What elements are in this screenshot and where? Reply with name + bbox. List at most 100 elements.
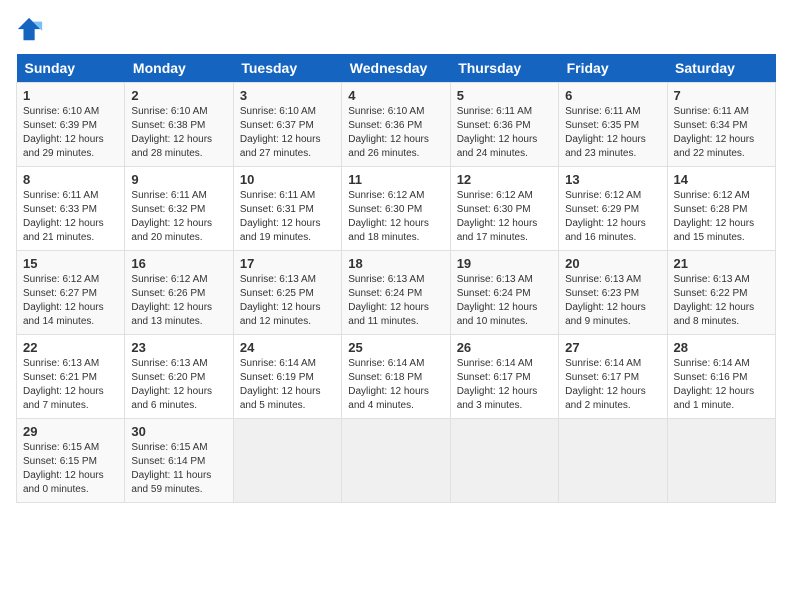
calendar-cell: 29 Sunrise: 6:15 AMSunset: 6:15 PMDaylig… [17,419,125,503]
day-number: 22 [23,340,118,355]
calendar-cell [233,419,341,503]
calendar-header: SundayMondayTuesdayWednesdayThursdayFrid… [17,54,776,83]
calendar-cell: 30 Sunrise: 6:15 AMSunset: 6:14 PMDaylig… [125,419,233,503]
cell-info: Sunrise: 6:14 AMSunset: 6:16 PMDaylight:… [674,357,769,413]
column-header-wednesday: Wednesday [342,54,450,83]
day-number: 26 [457,340,552,355]
cell-info: Sunrise: 6:12 AMSunset: 6:29 PMDaylight:… [565,189,660,245]
column-header-sunday: Sunday [17,54,125,83]
calendar-cell: 20 Sunrise: 6:13 AMSunset: 6:23 PMDaylig… [559,251,667,335]
calendar-cell: 8 Sunrise: 6:11 AMSunset: 6:33 PMDayligh… [17,167,125,251]
day-number: 15 [23,256,118,271]
day-number: 23 [131,340,226,355]
calendar-cell [342,419,450,503]
calendar-cell: 3 Sunrise: 6:10 AMSunset: 6:37 PMDayligh… [233,83,341,167]
day-number: 11 [348,172,443,187]
calendar-cell: 11 Sunrise: 6:12 AMSunset: 6:30 PMDaylig… [342,167,450,251]
cell-info: Sunrise: 6:13 AMSunset: 6:25 PMDaylight:… [240,273,335,329]
calendar-cell: 13 Sunrise: 6:12 AMSunset: 6:29 PMDaylig… [559,167,667,251]
calendar-cell: 22 Sunrise: 6:13 AMSunset: 6:21 PMDaylig… [17,335,125,419]
column-header-tuesday: Tuesday [233,54,341,83]
cell-info: Sunrise: 6:13 AMSunset: 6:24 PMDaylight:… [348,273,443,329]
calendar-cell: 14 Sunrise: 6:12 AMSunset: 6:28 PMDaylig… [667,167,775,251]
cell-info: Sunrise: 6:10 AMSunset: 6:36 PMDaylight:… [348,105,443,161]
day-number: 5 [457,88,552,103]
cell-info: Sunrise: 6:12 AMSunset: 6:28 PMDaylight:… [674,189,769,245]
day-number: 4 [348,88,443,103]
cell-info: Sunrise: 6:12 AMSunset: 6:27 PMDaylight:… [23,273,118,329]
day-number: 21 [674,256,769,271]
calendar-cell: 12 Sunrise: 6:12 AMSunset: 6:30 PMDaylig… [450,167,558,251]
calendar-cell: 17 Sunrise: 6:13 AMSunset: 6:25 PMDaylig… [233,251,341,335]
day-number: 28 [674,340,769,355]
calendar-cell: 6 Sunrise: 6:11 AMSunset: 6:35 PMDayligh… [559,83,667,167]
calendar-cell: 21 Sunrise: 6:13 AMSunset: 6:22 PMDaylig… [667,251,775,335]
calendar-cell: 1 Sunrise: 6:10 AMSunset: 6:39 PMDayligh… [17,83,125,167]
day-number: 6 [565,88,660,103]
calendar-cell: 23 Sunrise: 6:13 AMSunset: 6:20 PMDaylig… [125,335,233,419]
calendar-cell: 7 Sunrise: 6:11 AMSunset: 6:34 PMDayligh… [667,83,775,167]
day-number: 9 [131,172,226,187]
cell-info: Sunrise: 6:15 AMSunset: 6:15 PMDaylight:… [23,441,118,497]
calendar-cell: 26 Sunrise: 6:14 AMSunset: 6:17 PMDaylig… [450,335,558,419]
cell-info: Sunrise: 6:12 AMSunset: 6:30 PMDaylight:… [457,189,552,245]
week-row-3: 15 Sunrise: 6:12 AMSunset: 6:27 PMDaylig… [17,251,776,335]
calendar-table: SundayMondayTuesdayWednesdayThursdayFrid… [16,54,776,503]
logo [16,16,48,44]
cell-info: Sunrise: 6:14 AMSunset: 6:19 PMDaylight:… [240,357,335,413]
day-number: 19 [457,256,552,271]
week-row-2: 8 Sunrise: 6:11 AMSunset: 6:33 PMDayligh… [17,167,776,251]
calendar-cell: 18 Sunrise: 6:13 AMSunset: 6:24 PMDaylig… [342,251,450,335]
cell-info: Sunrise: 6:10 AMSunset: 6:38 PMDaylight:… [131,105,226,161]
cell-info: Sunrise: 6:14 AMSunset: 6:18 PMDaylight:… [348,357,443,413]
day-number: 18 [348,256,443,271]
cell-info: Sunrise: 6:11 AMSunset: 6:35 PMDaylight:… [565,105,660,161]
column-header-monday: Monday [125,54,233,83]
day-number: 30 [131,424,226,439]
calendar-cell [667,419,775,503]
calendar-cell: 24 Sunrise: 6:14 AMSunset: 6:19 PMDaylig… [233,335,341,419]
calendar-cell: 15 Sunrise: 6:12 AMSunset: 6:27 PMDaylig… [17,251,125,335]
day-number: 8 [23,172,118,187]
cell-info: Sunrise: 6:12 AMSunset: 6:30 PMDaylight:… [348,189,443,245]
cell-info: Sunrise: 6:13 AMSunset: 6:21 PMDaylight:… [23,357,118,413]
cell-info: Sunrise: 6:13 AMSunset: 6:24 PMDaylight:… [457,273,552,329]
calendar-cell: 10 Sunrise: 6:11 AMSunset: 6:31 PMDaylig… [233,167,341,251]
calendar-cell: 28 Sunrise: 6:14 AMSunset: 6:16 PMDaylig… [667,335,775,419]
day-number: 1 [23,88,118,103]
cell-info: Sunrise: 6:14 AMSunset: 6:17 PMDaylight:… [565,357,660,413]
calendar-cell: 25 Sunrise: 6:14 AMSunset: 6:18 PMDaylig… [342,335,450,419]
calendar-cell: 5 Sunrise: 6:11 AMSunset: 6:36 PMDayligh… [450,83,558,167]
day-number: 14 [674,172,769,187]
calendar-cell: 27 Sunrise: 6:14 AMSunset: 6:17 PMDaylig… [559,335,667,419]
cell-info: Sunrise: 6:10 AMSunset: 6:39 PMDaylight:… [23,105,118,161]
logo-icon [16,16,44,44]
day-number: 7 [674,88,769,103]
calendar-cell [559,419,667,503]
calendar-cell: 19 Sunrise: 6:13 AMSunset: 6:24 PMDaylig… [450,251,558,335]
calendar-cell: 9 Sunrise: 6:11 AMSunset: 6:32 PMDayligh… [125,167,233,251]
calendar-cell: 16 Sunrise: 6:12 AMSunset: 6:26 PMDaylig… [125,251,233,335]
cell-info: Sunrise: 6:14 AMSunset: 6:17 PMDaylight:… [457,357,552,413]
calendar-cell: 4 Sunrise: 6:10 AMSunset: 6:36 PMDayligh… [342,83,450,167]
calendar-cell: 2 Sunrise: 6:10 AMSunset: 6:38 PMDayligh… [125,83,233,167]
day-number: 16 [131,256,226,271]
day-number: 25 [348,340,443,355]
cell-info: Sunrise: 6:11 AMSunset: 6:36 PMDaylight:… [457,105,552,161]
day-number: 27 [565,340,660,355]
column-header-friday: Friday [559,54,667,83]
cell-info: Sunrise: 6:13 AMSunset: 6:20 PMDaylight:… [131,357,226,413]
week-row-5: 29 Sunrise: 6:15 AMSunset: 6:15 PMDaylig… [17,419,776,503]
week-row-1: 1 Sunrise: 6:10 AMSunset: 6:39 PMDayligh… [17,83,776,167]
cell-info: Sunrise: 6:11 AMSunset: 6:31 PMDaylight:… [240,189,335,245]
column-header-saturday: Saturday [667,54,775,83]
day-number: 29 [23,424,118,439]
week-row-4: 22 Sunrise: 6:13 AMSunset: 6:21 PMDaylig… [17,335,776,419]
cell-info: Sunrise: 6:13 AMSunset: 6:22 PMDaylight:… [674,273,769,329]
cell-info: Sunrise: 6:11 AMSunset: 6:34 PMDaylight:… [674,105,769,161]
calendar-body: 1 Sunrise: 6:10 AMSunset: 6:39 PMDayligh… [17,83,776,503]
header [16,16,776,44]
day-number: 20 [565,256,660,271]
day-number: 10 [240,172,335,187]
day-number: 13 [565,172,660,187]
